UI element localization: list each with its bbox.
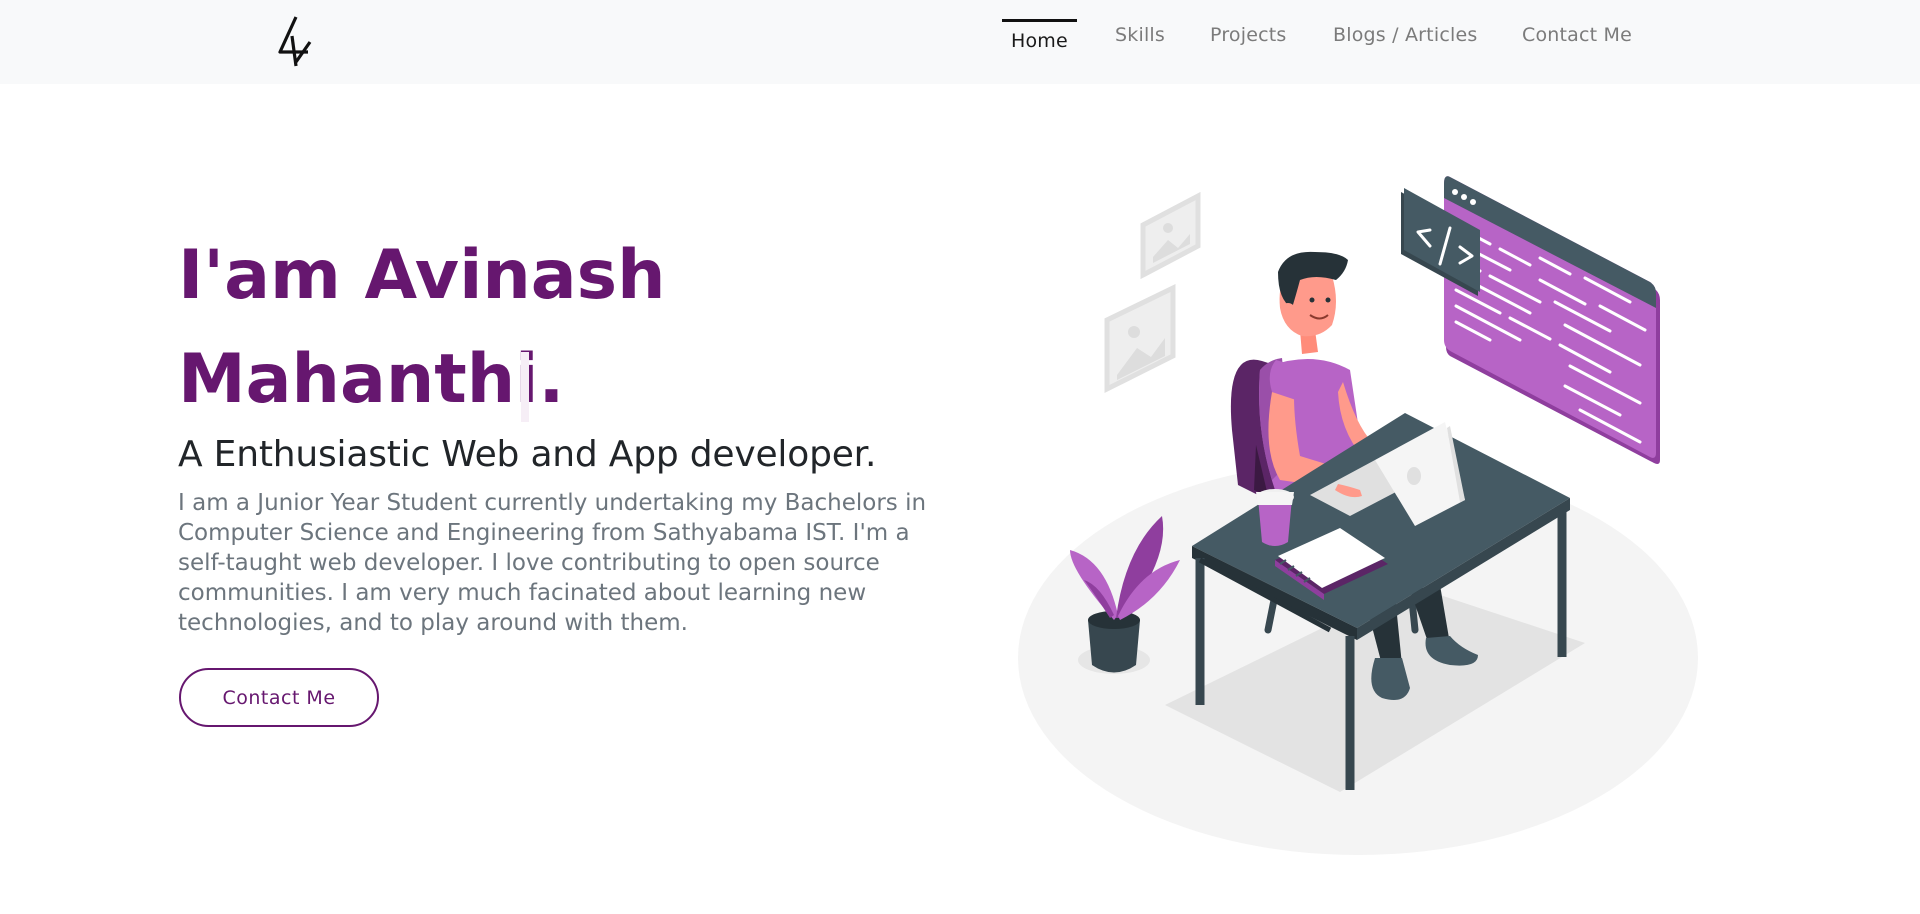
- hero-subtitle: A Enthusiastic Web and App developer.: [178, 434, 877, 475]
- hero-title-line-2: Mahanthi.: [178, 340, 565, 419]
- nav-link-skills[interactable]: Skills: [1115, 24, 1165, 46]
- typing-caret: [521, 352, 529, 422]
- developer-at-desk-illustration: [1018, 176, 1698, 855]
- contact-me-button[interactable]: Contact Me: [179, 668, 379, 727]
- coffee-cup: [1256, 489, 1294, 546]
- picture-frame-small: [1140, 191, 1201, 280]
- nav-link-projects[interactable]: Projects: [1210, 24, 1287, 46]
- nav-link-home[interactable]: Home: [1002, 19, 1077, 52]
- navbar: Home Skills Projects Blogs / Articles Co…: [0, 0, 1920, 84]
- hero-title-line-1: I'am Avinash: [178, 236, 666, 315]
- hero-description: I am a Junior Year Student currently und…: [178, 490, 927, 636]
- code-window: [1444, 176, 1660, 465]
- nav-link-contact-me[interactable]: Contact Me: [1522, 24, 1632, 46]
- picture-frame-large: [1104, 284, 1176, 394]
- nav-link-blogs-articles[interactable]: Blogs / Articles: [1333, 24, 1477, 46]
- nav-links: Home Skills Projects Blogs / Articles Co…: [0, 0, 1920, 84]
